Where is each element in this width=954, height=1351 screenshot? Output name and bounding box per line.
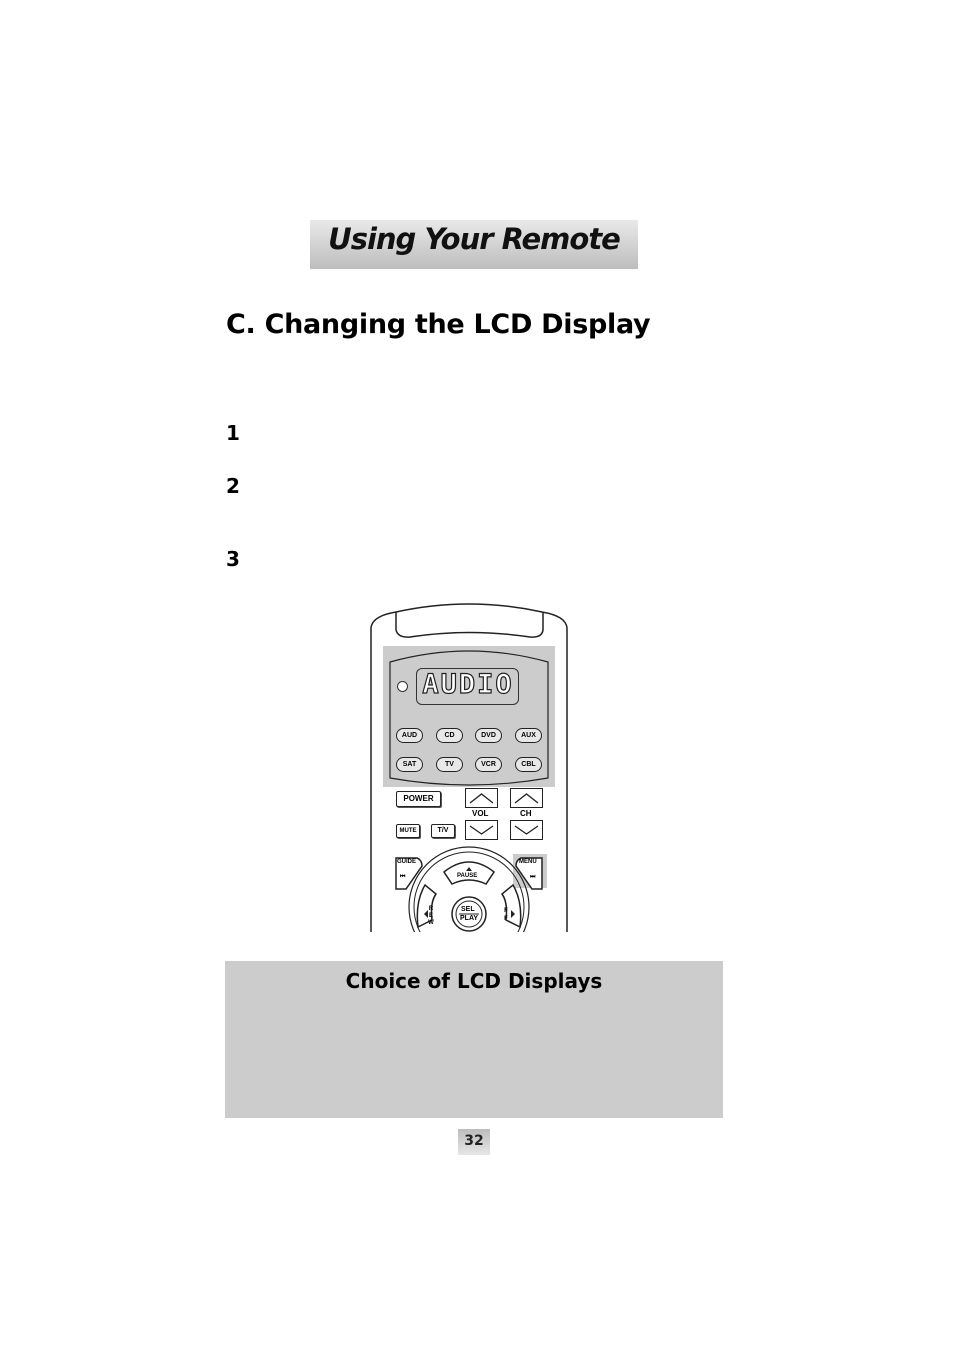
chevron-up-icon [469,793,494,804]
guide-button[interactable]: GUIDE [397,859,416,865]
channel-up-button[interactable] [510,788,543,808]
device-button-dvd[interactable]: DVD [475,728,502,743]
info-box: Choice of LCD Displays [225,961,723,1118]
step-number: 2 [226,474,240,498]
fast-forward-button[interactable]: F F [503,907,509,923]
rewind-button[interactable]: R E W [428,906,434,927]
menu-button[interactable]: MENU [519,859,537,865]
volume-up-button[interactable] [465,788,498,808]
skip-back-icon: ⏮ [400,874,406,880]
device-button-vcr[interactable]: VCR [475,757,502,772]
play-label[interactable]: PLAY [460,915,478,922]
banner-title: Using Your Remote [328,222,621,256]
lcd-display-text: AUDIO [422,668,514,700]
pause-button[interactable]: PAUSE [457,873,477,879]
chevron-up-icon [514,793,539,804]
channel-label: CH [520,809,532,818]
power-button[interactable]: POWER [396,791,441,807]
skip-forward-icon: ⏭ [530,874,536,880]
device-button-aux[interactable]: AUX [515,728,542,743]
volume-label: VOL [472,809,489,818]
section-banner: Using Your Remote [310,220,638,269]
step-number: 1 [226,421,240,445]
chevron-down-icon [514,825,539,835]
volume-down-button[interactable] [465,820,498,840]
step-number: 3 [226,547,240,571]
section-title: C. Changing the LCD Display [226,309,651,340]
device-button-cd[interactable]: CD [436,728,463,743]
select-label[interactable]: SEL [461,906,475,913]
info-box-title: Choice of LCD Displays [345,969,603,993]
device-button-cbl[interactable]: CBL [515,757,542,772]
device-button-tv[interactable]: TV [436,757,463,772]
indicator-led [397,681,408,692]
tv-video-button[interactable]: T/V [431,824,455,838]
mute-button[interactable]: MUTE [396,824,420,838]
chevron-down-icon [469,825,494,835]
channel-down-button[interactable] [510,820,543,840]
device-button-sat[interactable]: SAT [396,757,423,772]
device-button-aud[interactable]: AUD [396,728,423,743]
page-number: 32 [458,1129,490,1155]
